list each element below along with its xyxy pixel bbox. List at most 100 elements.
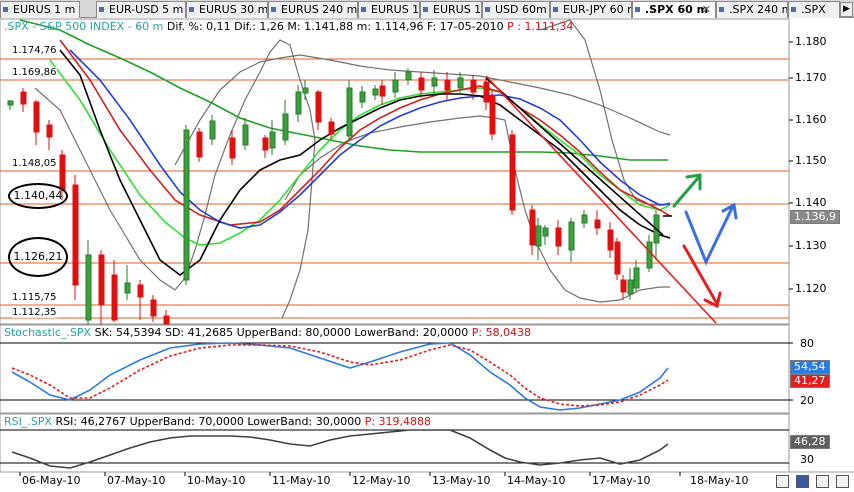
candle (269, 131, 276, 149)
candle (242, 124, 249, 146)
candle (183, 129, 190, 281)
price-candles (7, 68, 672, 325)
candle (229, 137, 236, 159)
candle (483, 81, 490, 103)
candle (262, 137, 269, 151)
save-icon[interactable] (796, 475, 809, 488)
candle (489, 95, 496, 135)
ma-black-line (59, 49, 671, 276)
rsi-value: 46,28 (790, 435, 830, 449)
date-label: 17-May-10 (592, 474, 651, 487)
level-label: 1.174,76 (12, 45, 57, 56)
stochastic-k-value: 54,54 (790, 360, 830, 374)
ma-green-line (19, 19, 668, 161)
date-label: 14-May-10 (507, 474, 566, 487)
level-label: 1.115,75 (12, 292, 57, 303)
rsi-line (11, 429, 669, 469)
candle (282, 113, 289, 141)
rsi-axis-bottom: 30 (800, 453, 814, 466)
candle (418, 77, 425, 91)
date-label: 13-May-10 (432, 474, 491, 487)
date-label: 12-May-10 (352, 474, 411, 487)
candle (209, 120, 216, 140)
price-panel-title: .SPX - S&P 500 INDEX - 60 m Dif. %: 0,11… (4, 20, 573, 33)
candle (372, 88, 379, 96)
candle (7, 100, 14, 106)
candle (295, 91, 302, 115)
settings-icon[interactable] (816, 475, 829, 488)
candle (633, 267, 640, 289)
axis-label: 1.170 (795, 71, 827, 84)
print-icon[interactable] (776, 475, 789, 488)
candle (328, 121, 335, 135)
price-stats: Dif. %: 0,11 Dif.: 1,26 M: 1.141,88 m: 1… (163, 20, 504, 33)
stochastic-price: P: 58,0438 (468, 326, 532, 339)
stochastic-panel-title: Stochastic_.SPX SK: 54,5394 SD: 41,2685 … (4, 326, 531, 339)
last-price: P : 1.111,34 (503, 20, 574, 33)
candle (627, 279, 634, 295)
candle (98, 254, 105, 306)
candle (150, 299, 157, 317)
candle (137, 284, 144, 298)
candle (196, 131, 203, 158)
green-forecast-arrow (672, 173, 702, 208)
rsi-plot (0, 429, 789, 469)
stochastic-d-value: 41,27 (790, 374, 830, 388)
ma-red-line (59, 39, 671, 226)
candle (302, 87, 309, 94)
stochastic-name: Stochastic_.SPX (4, 326, 92, 339)
candle (607, 229, 614, 251)
candle (124, 282, 131, 294)
date-label: 10-May-10 (187, 474, 246, 487)
rsi-stats: RSI: 46,2767 UpperBand: 70,0000 LowerBan… (52, 415, 362, 428)
candle (646, 241, 653, 269)
candle (529, 209, 536, 246)
date-label: 18-May-10 (690, 474, 749, 487)
candle (59, 154, 66, 191)
candle (594, 219, 601, 229)
current-price-badge: 1.136,9 (790, 210, 840, 224)
axis-label: 1.150 (795, 154, 827, 167)
axis-label: 1.130 (795, 239, 827, 252)
candle (535, 225, 542, 247)
instrument-name: .SPX - S&P 500 INDEX - 60 m (4, 20, 164, 33)
candle (379, 85, 386, 97)
candle (315, 91, 322, 123)
candle (85, 254, 92, 321)
candle (111, 274, 118, 321)
circled-level-label: 1.126,21 (8, 237, 68, 277)
date-label: 11-May-10 (272, 474, 331, 487)
candle (359, 91, 366, 103)
candle (509, 134, 516, 211)
level-label: 1.169,86 (12, 67, 57, 78)
candle (72, 184, 79, 286)
axis-label: 1.160 (795, 113, 827, 126)
axis-label: 1.140 (795, 196, 827, 209)
rsi-name: RSI_.SPX (4, 415, 53, 428)
level-label: 1.112,35 (12, 307, 57, 318)
stochastic-plot (0, 342, 793, 411)
candle (620, 279, 627, 293)
circled-level-label: 1.140,44 (8, 183, 68, 209)
candle (163, 315, 170, 325)
ma-lime-line (49, 59, 671, 246)
candle (392, 79, 399, 93)
candle (555, 227, 562, 247)
date-label: 07-May-10 (107, 474, 166, 487)
stochastic-axis-bottom: 20 (800, 394, 814, 407)
candle (581, 214, 588, 224)
rsi-price: P: 319,4888 (361, 415, 432, 428)
candle (46, 124, 53, 138)
stochastic-axis-top: 80 (800, 337, 814, 350)
candle (470, 79, 477, 93)
window-icon[interactable] (836, 475, 849, 488)
blue-forecast-arrow (684, 202, 738, 266)
candle (405, 71, 412, 81)
candle (444, 79, 451, 91)
candle (431, 77, 438, 87)
candle (33, 101, 40, 133)
axis-label: 1.180 (795, 35, 827, 48)
candle (568, 221, 575, 251)
bollinger-bands (34, 19, 671, 319)
level-label: 1.148,05 (12, 158, 57, 169)
